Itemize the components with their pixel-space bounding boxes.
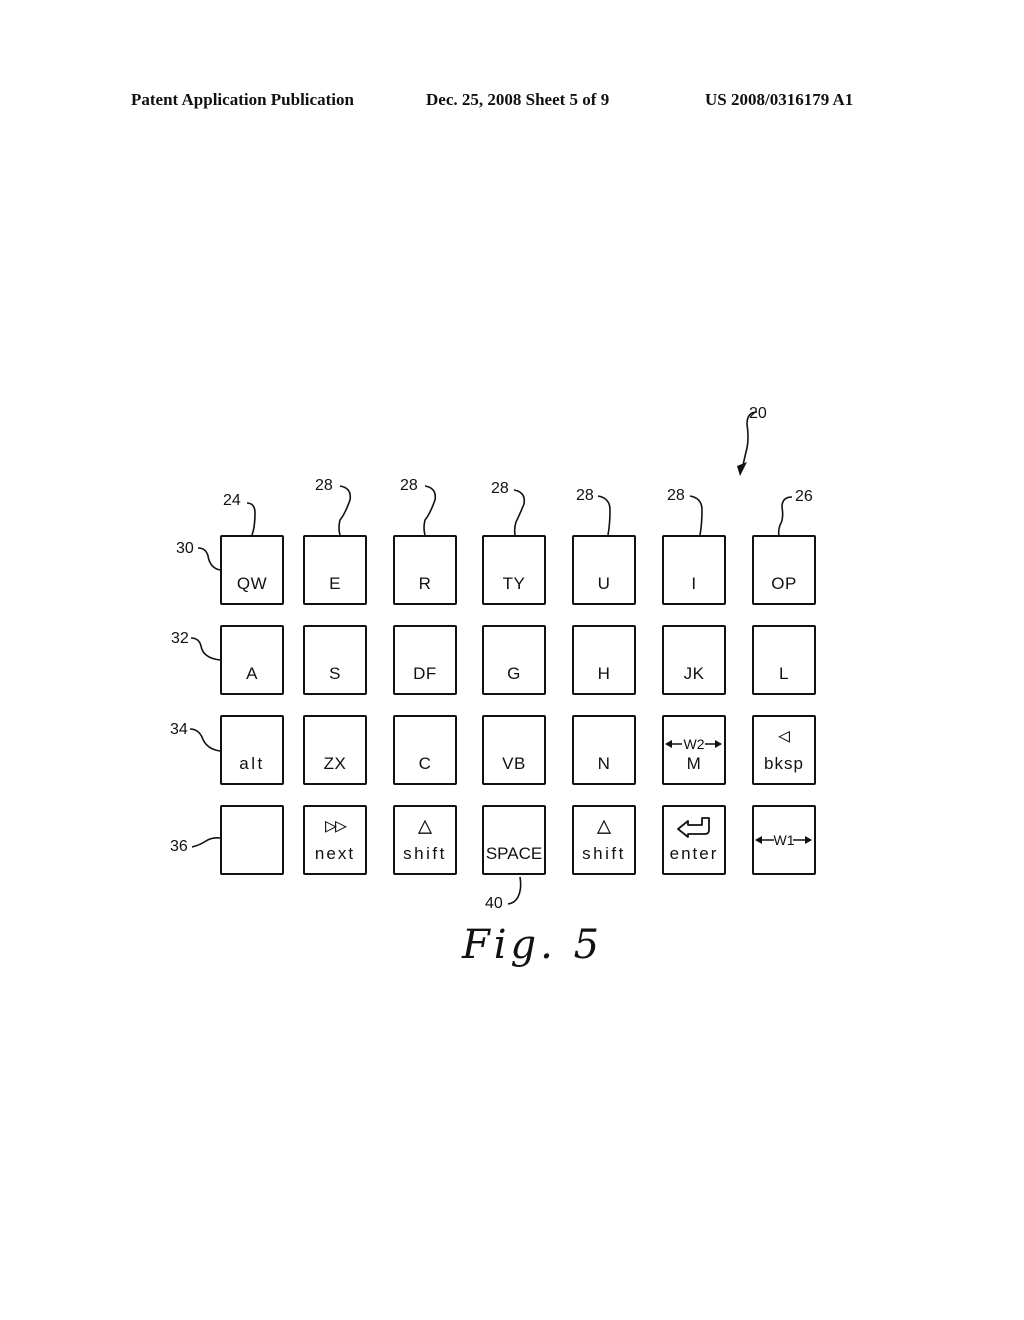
key-e[interactable]: E <box>303 535 367 605</box>
key-l[interactable]: L <box>752 625 816 695</box>
key-m[interactable]: W2 M <box>662 715 726 785</box>
ref-key-0-2: 28 <box>400 477 418 494</box>
key-c[interactable]: C <box>393 715 457 785</box>
key-label: DF <box>413 664 437 683</box>
key-label: QW <box>236 574 268 593</box>
key-i[interactable]: I <box>662 535 726 605</box>
key-label: ZX <box>323 754 347 773</box>
key-label: enter <box>669 844 719 863</box>
key-label: next <box>314 844 356 863</box>
dimension-label-w2: W2 <box>683 736 705 752</box>
up-triangle-icon: △ <box>417 811 433 839</box>
key-s[interactable]: S <box>303 625 367 695</box>
dimension-label-w1: W1 <box>773 832 795 848</box>
key-label: M <box>686 754 702 773</box>
return-arrow-icon <box>677 817 710 838</box>
key-op[interactable]: OP <box>752 535 816 605</box>
leader-40 <box>507 876 522 905</box>
ref-device: 20 <box>749 405 767 422</box>
key-g[interactable]: G <box>482 625 546 695</box>
key-label: VB <box>502 754 526 773</box>
key-df[interactable]: DF <box>393 625 457 695</box>
leader-28b <box>423 485 437 536</box>
key-label: L <box>779 664 789 683</box>
ref-row-2: 34 <box>170 721 188 738</box>
leader-28e <box>689 495 703 536</box>
figure-caption: Fig. 5 <box>462 922 604 968</box>
key-enter[interactable]: enter <box>662 805 726 875</box>
ref-row-3: 36 <box>170 838 188 855</box>
publication-number: US 2008/0316179 A1 <box>705 90 854 109</box>
key-u[interactable]: U <box>572 535 636 605</box>
key-label: SPACE <box>485 844 543 863</box>
leader-24 <box>246 502 256 536</box>
key-label: shift <box>403 844 447 863</box>
key-a[interactable]: A <box>220 625 284 695</box>
key-label: U <box>597 574 611 593</box>
leader-32 <box>190 637 221 661</box>
leader-28c <box>513 489 526 536</box>
publication-type: Patent Application Publication <box>131 90 354 109</box>
arrow-20 <box>737 462 747 476</box>
key-label: alt <box>239 754 265 773</box>
leader-26 <box>777 496 793 536</box>
key-vb[interactable]: VB <box>482 715 546 785</box>
key-label: N <box>597 754 611 773</box>
key-r[interactable]: R <box>393 535 457 605</box>
key-label: TY <box>502 574 526 593</box>
leader-34 <box>189 728 221 752</box>
key-blank[interactable] <box>220 805 284 875</box>
ref-key-0-6: 26 <box>795 488 813 505</box>
key-next[interactable]: ▷▷ next <box>303 805 367 875</box>
leader-30 <box>197 547 221 571</box>
key-label: bksp <box>764 754 804 773</box>
key-label: E <box>329 574 341 593</box>
ref-key-0-1: 28 <box>315 477 333 494</box>
ref-key-0-3: 28 <box>491 480 509 497</box>
key-qw[interactable]: QW <box>220 535 284 605</box>
key-label: I <box>691 574 697 593</box>
key-label: S <box>329 664 341 683</box>
key-ty[interactable]: TY <box>482 535 546 605</box>
ref-key-0-0: 24 <box>223 492 241 509</box>
key-jk[interactable]: JK <box>662 625 726 695</box>
key-alt[interactable]: alt <box>220 715 284 785</box>
key-label: H <box>597 664 611 683</box>
ref-row-1: 32 <box>171 630 189 647</box>
key-label: A <box>246 664 258 683</box>
leader-28d <box>597 495 611 536</box>
key-label: C <box>418 754 432 773</box>
key-label: R <box>418 574 432 593</box>
publication-date-sheet: Dec. 25, 2008 Sheet 5 of 9 <box>426 90 610 109</box>
key-label: JK <box>683 664 705 683</box>
ref-key-space: 40 <box>485 895 503 912</box>
key-zx[interactable]: ZX <box>303 715 367 785</box>
key-space[interactable]: SPACE <box>482 805 546 875</box>
key-label: G <box>507 664 521 683</box>
leader-36 <box>191 837 221 848</box>
ref-key-0-4: 28 <box>576 487 594 504</box>
key-n[interactable]: N <box>572 715 636 785</box>
key-w1[interactable]: W1 <box>752 805 816 875</box>
double-triangle-icon: ▷▷ <box>324 813 347 837</box>
key-label: OP <box>771 574 797 593</box>
ref-row-0: 30 <box>176 540 194 557</box>
ref-key-0-5: 28 <box>667 487 685 504</box>
backspace-triangle-icon: ◁ <box>777 723 791 747</box>
leader-28a <box>338 485 352 536</box>
key-shift-right[interactable]: △ shift <box>572 805 636 875</box>
key-label: shift <box>582 844 626 863</box>
key-shift-left[interactable]: △ shift <box>393 805 457 875</box>
up-triangle-icon: △ <box>596 811 612 839</box>
key-backspace[interactable]: ◁ bksp <box>752 715 816 785</box>
key-h[interactable]: H <box>572 625 636 695</box>
